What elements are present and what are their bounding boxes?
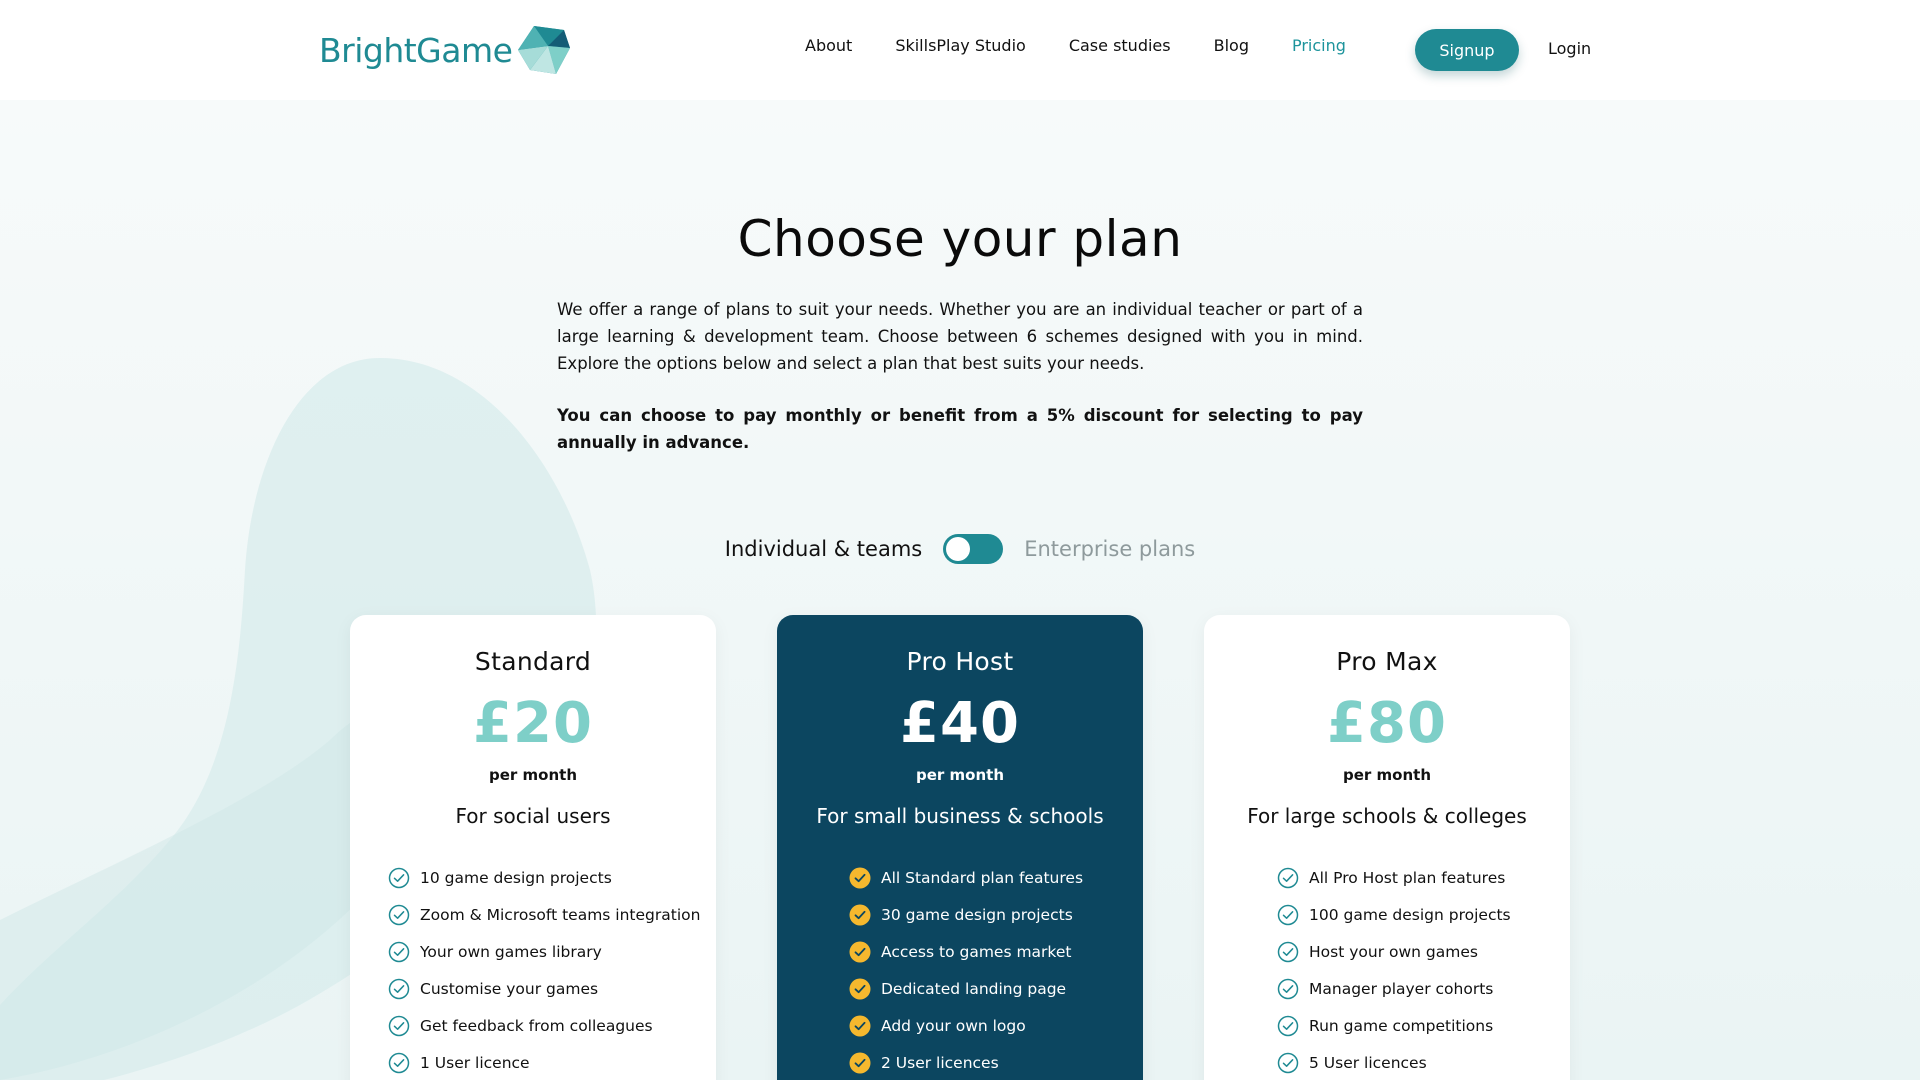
check-circle-icon (1277, 978, 1299, 999)
check-circle-icon (849, 1052, 871, 1073)
check-circle-icon (1277, 1015, 1299, 1036)
nav-blog[interactable]: Blog (1214, 36, 1249, 55)
feature-label: All Pro Host plan features (1309, 868, 1506, 887)
feature-item: 10 game design projects (388, 859, 700, 896)
check-circle-icon (1277, 904, 1299, 925)
check-circle-icon (849, 978, 871, 999)
nav-skillsplay-studio[interactable]: SkillsPlay Studio (895, 36, 1026, 55)
plan-type-switch[interactable] (943, 534, 1004, 564)
feature-label: 30 game design projects (881, 905, 1073, 924)
plan-name: Pro Max (1336, 647, 1438, 676)
feature-label: Run game competitions (1309, 1016, 1494, 1035)
nav-case-studies[interactable]: Case studies (1069, 36, 1171, 55)
main-nav: About SkillsPlay Studio Case studies Blo… (805, 36, 1389, 55)
check-circle-icon (849, 941, 871, 962)
toggle-label-enterprise[interactable]: Enterprise plans (1024, 537, 1195, 561)
plan-audience: For small business & schools (816, 804, 1104, 828)
nav-about[interactable]: About (805, 36, 852, 55)
feature-item: 30 game design projects (849, 896, 1083, 933)
check-circle-icon (849, 1015, 871, 1036)
check-circle-icon (849, 904, 871, 925)
feature-item: Dedicated landing page (849, 970, 1083, 1007)
plan-type-toggle: Individual & teams Enterprise plans (0, 534, 1920, 564)
intro-text: We offer a range of plans to suit your n… (557, 300, 1363, 373)
feature-list: 10 game design projects Zoom & Microsoft… (388, 859, 700, 1080)
feature-item: 100 game design projects (1277, 896, 1511, 933)
signup-button[interactable]: Signup (1415, 29, 1519, 71)
login-link[interactable]: Login (1548, 39, 1591, 58)
feature-label: Access to games market (881, 942, 1072, 961)
plan-audience: For large schools & colleges (1247, 804, 1527, 828)
check-circle-icon (388, 904, 410, 925)
plan-card-pro-host: Pro Host £40 per month For small busines… (777, 615, 1143, 1080)
feature-label: Get feedback from colleagues (420, 1016, 653, 1035)
feature-label: 2 User licences (881, 1053, 999, 1072)
feature-list: All Standard plan features 30 game desig… (849, 859, 1083, 1080)
feature-item: Access to games market (849, 933, 1083, 970)
plan-audience: For social users (455, 804, 611, 828)
feature-label: 100 game design projects (1309, 905, 1511, 924)
feature-item: 1 User licence (388, 1044, 700, 1080)
plan-price: £40 (900, 691, 1020, 756)
feature-label: All Standard plan features (881, 868, 1084, 887)
plan-period: per month (489, 766, 577, 784)
check-circle-icon (388, 867, 410, 888)
discount-note: You can choose to pay monthly or benefit… (557, 406, 1363, 452)
plan-price: £20 (473, 691, 593, 756)
check-circle-icon (1277, 867, 1299, 888)
feature-label: Add your own logo (881, 1016, 1026, 1035)
feature-label: Your own games library (420, 942, 602, 961)
feature-label: Zoom & Microsoft teams integration (420, 905, 701, 924)
feature-item: Run game competitions (1277, 1007, 1511, 1044)
check-circle-icon (388, 1015, 410, 1036)
feature-label: Customise your games (420, 979, 599, 998)
feature-item: Manager player cohorts (1277, 970, 1511, 1007)
feature-item: 2 User licences (849, 1044, 1083, 1080)
nav-pricing[interactable]: Pricing (1292, 36, 1346, 55)
brand-name: BrightGame (319, 30, 513, 70)
feature-label: 10 game design projects (420, 868, 612, 887)
toggle-label-individual[interactable]: Individual & teams (725, 537, 922, 561)
plan-price: £80 (1327, 691, 1447, 756)
site-header: BrightGame About SkillsPlay Studio Case … (0, 0, 1920, 100)
check-circle-icon (1277, 1052, 1299, 1073)
check-circle-icon (388, 941, 410, 962)
feature-item: Add your own logo (849, 1007, 1083, 1044)
plan-name: Pro Host (906, 647, 1014, 676)
feature-item: Get feedback from colleagues (388, 1007, 700, 1044)
feature-item: Zoom & Microsoft teams integration (388, 896, 700, 933)
switch-knob (946, 537, 971, 561)
check-circle-icon (388, 1052, 410, 1073)
plan-period: per month (1343, 766, 1431, 784)
check-circle-icon (849, 867, 871, 888)
plan-card-standard: Standard £20 per month For social users … (350, 615, 716, 1080)
plan-name: Standard (474, 647, 592, 676)
brand-logo[interactable]: BrightGame (319, 20, 572, 80)
check-circle-icon (388, 978, 410, 999)
plan-card-pro-max: Pro Max £80 per month For large schools … (1204, 615, 1570, 1080)
feature-item: 5 User licences (1277, 1044, 1511, 1080)
feature-item: Customise your games (388, 970, 700, 1007)
feature-list: All Pro Host plan features 100 game desi… (1277, 859, 1511, 1080)
page-title: Choose your plan (737, 210, 1183, 268)
feature-item: All Pro Host plan features (1277, 859, 1511, 896)
feature-item: Host your own games (1277, 933, 1511, 970)
feature-item: All Standard plan features (849, 859, 1083, 896)
plan-period: per month (916, 766, 1004, 784)
faceted-gem-icon (518, 26, 571, 74)
feature-label: 1 User licence (420, 1053, 530, 1072)
feature-label: Dedicated landing page (881, 979, 1067, 998)
feature-label: Host your own games (1309, 942, 1478, 961)
feature-item: Your own games library (388, 933, 700, 970)
feature-label: 5 User licences (1309, 1053, 1427, 1072)
check-circle-icon (1277, 941, 1299, 962)
feature-label: Manager player cohorts (1309, 979, 1494, 998)
